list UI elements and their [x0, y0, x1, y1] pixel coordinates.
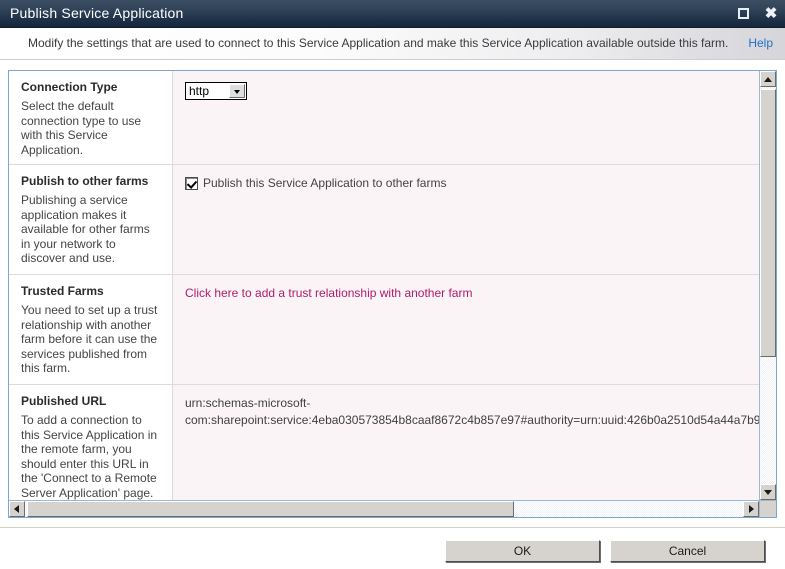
dialog-description-text: Modify the settings that are used to con… — [28, 36, 729, 50]
setting-control-publish-to-other-farms: Publish this Service Application to othe… — [173, 165, 760, 274]
setting-label-published-url: Published URL To add a connection to thi… — [9, 385, 173, 501]
scrollbar-corner — [759, 500, 776, 517]
window-controls: ✖ — [737, 4, 779, 24]
horizontal-scroll-thumb[interactable] — [27, 501, 514, 517]
connection-type-value: http — [189, 84, 210, 98]
window-titlebar: Publish Service Application ✖ — [0, 0, 785, 28]
restore-window-icon[interactable] — [737, 6, 753, 22]
vertical-scroll-thumb[interactable] — [760, 89, 776, 357]
dialog-footer: OK Cancel — [0, 528, 785, 569]
setting-description: Select the default connection type to us… — [21, 99, 142, 157]
publish-service-application-dialog: Publish Service Application ✖ Modify the… — [0, 0, 785, 569]
scroll-down-arrow-icon[interactable] — [760, 484, 776, 500]
setting-row-connection-type: Connection Type Select the default conne… — [9, 71, 760, 165]
dialog-description-bar: Modify the settings that are used to con… — [0, 28, 785, 60]
setting-row-trusted-farms: Trusted Farms You need to set up a trust… — [9, 275, 760, 385]
scroll-up-arrow-icon[interactable] — [760, 71, 776, 87]
settings-rows: Connection Type Select the default conne… — [9, 71, 760, 501]
setting-title: Published URL — [21, 394, 107, 408]
scroll-left-glyph — [14, 505, 19, 513]
setting-control-published-url: urn:schemas-microsoft- com:sharepoint:se… — [173, 385, 760, 501]
settings-viewport: Connection Type Select the default conne… — [9, 71, 760, 501]
published-url-line-2: com:sharepoint:service:4eba030573854b8ca… — [185, 413, 760, 427]
chevron-down-icon[interactable] — [229, 84, 245, 98]
setting-label-publish-to-other-farms: Publish to other farms Publishing a serv… — [9, 165, 173, 274]
help-link[interactable]: Help — [748, 36, 773, 50]
setting-title: Trusted Farms — [21, 284, 104, 298]
setting-description: To add a connection to this Service Appl… — [21, 413, 158, 500]
connection-type-select[interactable]: http — [185, 82, 247, 100]
window-title: Publish Service Application — [10, 5, 184, 21]
setting-control-connection-type: http — [173, 71, 760, 164]
setting-row-published-url: Published URL To add a connection to thi… — [9, 385, 760, 501]
setting-control-trusted-farms: Click here to add a trust relationship w… — [173, 275, 760, 384]
setting-description: You need to set up a trust relationship … — [21, 303, 158, 375]
scroll-up-glyph — [764, 77, 772, 82]
setting-title: Connection Type — [21, 80, 118, 94]
published-url-line-1: urn:schemas-microsoft- — [185, 396, 311, 410]
cancel-button[interactable]: Cancel — [610, 540, 765, 562]
setting-title: Publish to other farms — [21, 174, 149, 188]
close-window-glyph: ✖ — [764, 5, 778, 22]
restore-window-glyph — [738, 8, 749, 19]
setting-label-connection-type: Connection Type Select the default conne… — [9, 71, 173, 164]
add-trust-relationship-link[interactable]: Click here to add a trust relationship w… — [185, 286, 472, 301]
setting-description: Publishing a service application makes i… — [21, 193, 150, 265]
settings-panel: Connection Type Select the default conne… — [8, 70, 777, 518]
setting-label-trusted-farms: Trusted Farms You need to set up a trust… — [9, 275, 173, 384]
panel-vertical-scrollbar[interactable] — [759, 71, 776, 501]
publish-checkbox-row: Publish this Service Application to othe… — [185, 176, 760, 191]
close-window-icon[interactable]: ✖ — [763, 6, 779, 22]
setting-row-publish-to-other-farms: Publish to other farms Publishing a serv… — [9, 165, 760, 275]
scroll-down-glyph — [764, 490, 772, 495]
scroll-left-arrow-icon[interactable] — [9, 501, 25, 517]
publish-to-other-farms-checkbox[interactable] — [185, 177, 198, 190]
scroll-right-glyph — [749, 505, 754, 513]
publish-to-other-farms-checkbox-label[interactable]: Publish this Service Application to othe… — [203, 176, 446, 191]
panel-horizontal-scrollbar[interactable] — [9, 500, 760, 517]
ok-button[interactable]: OK — [445, 540, 600, 562]
connection-type-select-wrap: http — [185, 82, 247, 100]
scroll-right-arrow-icon[interactable] — [743, 501, 759, 517]
